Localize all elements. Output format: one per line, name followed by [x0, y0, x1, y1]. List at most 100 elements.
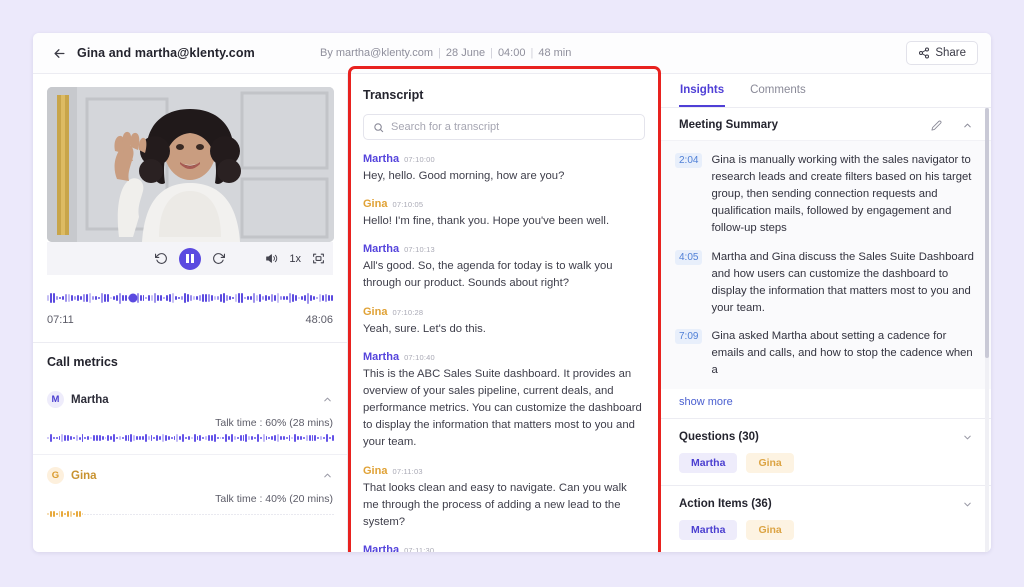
speaker-waveform — [47, 510, 333, 518]
meta-author: By martha@klenty.com — [320, 47, 433, 59]
avatar: M — [47, 391, 64, 408]
summary-text: Martha and Gina discuss the Sales Suite … — [711, 249, 977, 317]
summary-item[interactable]: 4:05 Martha and Gina discuss the Sales Su… — [675, 243, 977, 323]
transcript-entry[interactable]: Gina07:10:05 Hello! I'm fine, thank you. … — [363, 198, 645, 230]
transcript-text: That looks clean and easy to navigate. C… — [363, 480, 645, 531]
chevron-up-icon[interactable] — [322, 470, 333, 481]
meeting-summary-title: Meeting Summary — [679, 119, 778, 131]
volume-icon[interactable] — [265, 252, 278, 265]
insight-sections: Questions (30)MarthaGinaAction Items (36… — [661, 419, 991, 552]
insight-section-title: Questions (30) — [679, 431, 759, 443]
chevron-up-icon[interactable] — [962, 120, 973, 131]
scrollbar[interactable] — [985, 108, 989, 552]
transcript-timestamp: 07:11:03 — [392, 467, 422, 476]
meeting-summary-list: 2:04Gina is manually working with the sa… — [661, 141, 991, 389]
transcript-text: This is the ABC Sales Suite dashboard. I… — [363, 366, 645, 452]
summary-text: Gina asked Martha about setting a cadenc… — [711, 328, 977, 379]
current-time: 07:11 — [47, 314, 74, 326]
transcript-speaker: Martha — [363, 153, 399, 165]
transcript-entry[interactable]: Gina07:10:28Yeah, sure. Let's do this. — [363, 306, 645, 338]
seek-area: 07:11 48:06 — [33, 275, 347, 326]
transcript-entry-header: Martha07:10:13 — [363, 243, 645, 255]
pencil-icon[interactable] — [931, 120, 942, 131]
transcript-timestamp: 07:10:40 — [404, 353, 435, 362]
transcript-speaker: Gina — [363, 465, 387, 477]
transcript-entry[interactable]: Gina 07:11:03 That looks clean and easy to… — [363, 465, 645, 531]
seek-bar[interactable] — [47, 291, 333, 305]
fullscreen-icon[interactable] — [312, 252, 325, 265]
call-metrics-title: Call metrics — [33, 342, 347, 379]
show-more-button[interactable]: show more — [661, 389, 991, 419]
transcript-entry-header: Gina07:10:28 — [363, 306, 645, 318]
chevron-up-icon[interactable] — [322, 394, 333, 405]
forward-10-icon[interactable] — [212, 252, 225, 265]
seek-waveform — [47, 292, 333, 304]
chevron-down-icon[interactable] — [962, 432, 973, 443]
search-input[interactable] — [391, 121, 635, 133]
transcript-timestamp: 07:11:30 — [404, 546, 434, 552]
filter-pill-martha[interactable]: Martha — [679, 520, 737, 540]
insight-section-header[interactable]: Questions (30) — [679, 431, 973, 443]
summary-timestamp[interactable]: 2:04 — [675, 153, 702, 168]
meeting-summary-actions — [931, 120, 973, 131]
share-icon — [918, 47, 930, 59]
main-body: 1x 07:11 48:06 Call — [33, 74, 991, 552]
share-button[interactable]: Share — [906, 41, 978, 65]
summary-timestamp[interactable]: 4:05 — [675, 250, 702, 265]
speaker-waveform — [47, 434, 333, 442]
playback-speed-button[interactable]: 1x — [289, 253, 301, 265]
rewind-10-icon[interactable] — [155, 252, 168, 265]
transcript-search[interactable] — [363, 114, 645, 140]
insight-section-header[interactable]: Action Items (36) — [679, 498, 973, 510]
speaker-metric-martha: M Martha Talk time : 60% (28 mins) — [33, 379, 347, 454]
insight-section: Action Items (36) Martha Gina — [661, 486, 991, 552]
transcript-entry[interactable]: Martha07:10:13All's good. So, the agenda… — [363, 243, 645, 292]
transcript-entry-header: Gina07:10:05 — [363, 198, 645, 210]
transcript-entry[interactable]: Martha07:10:00Hey, hello. Good morning, … — [363, 153, 645, 185]
insight-section: Questions (30) Martha Gina — [661, 419, 991, 486]
scrollbar-thumb[interactable] — [985, 108, 989, 358]
summary-item[interactable]: 2:04Gina is manually working with the sa… — [675, 146, 977, 243]
transcript-speaker: Martha — [363, 544, 399, 552]
speaker-filter-pills: Martha Gina — [679, 520, 973, 540]
tab-comments[interactable]: Comments — [749, 74, 807, 107]
transcript-text: Hey, hello. Good morning, how are you? — [363, 168, 645, 185]
top-bar: Gina and martha@klenty.com By martha@kle… — [33, 33, 991, 74]
meta-duration: 48 min — [538, 47, 571, 59]
tab-insights[interactable]: Insights — [679, 74, 725, 107]
transcript-entry[interactable]: Martha07:11:30Absolutely! To add a new l… — [363, 544, 645, 552]
transcript-text: Hello! I'm fine, thank you. Hope you've … — [363, 213, 645, 230]
avatar: G — [47, 467, 64, 484]
summary-item[interactable]: 7:09 Gina asked Martha about setting a ca… — [675, 322, 977, 385]
time-readout: 07:11 48:06 — [47, 314, 333, 326]
filter-pill-gina[interactable]: Gina — [746, 520, 793, 540]
pause-button[interactable] — [179, 248, 201, 270]
playhead-handle[interactable] — [128, 294, 137, 303]
summary-timestamp[interactable]: 7:09 — [675, 329, 702, 344]
left-panel: 1x 07:11 48:06 Call — [33, 74, 348, 552]
meeting-meta: By martha@klenty.com|28 June|04:00|48 mi… — [320, 47, 571, 59]
transcript-title: Transcript — [363, 88, 645, 102]
total-time: 48:06 — [305, 314, 333, 326]
insight-section-title: Action Items (36) — [679, 498, 772, 510]
video-frame-image — [47, 87, 334, 242]
transcript-inner: Transcript Martha07:10:00Hey, hello. Goo… — [348, 74, 660, 552]
transcript-entry-header: Martha 07:10:40 — [363, 351, 645, 363]
talk-time-label: Talk time : 40% (20 mins) — [47, 493, 333, 505]
meta-date: 28 June — [446, 47, 485, 59]
filter-pill-martha[interactable]: Martha — [679, 453, 737, 473]
meeting-summary-header: Meeting Summary — [661, 108, 991, 141]
search-icon — [373, 122, 384, 133]
panel-tabs: Insights Comments — [661, 74, 991, 108]
transcript-entry[interactable]: Martha 07:10:40 This is the ABC Sales Suit… — [363, 351, 645, 452]
transcript-timestamp: 07:10:05 — [392, 200, 423, 209]
chevron-down-icon[interactable] — [962, 499, 973, 510]
transcript-speaker: Martha — [363, 351, 399, 363]
filter-pill-gina[interactable]: Gina — [746, 453, 793, 473]
video-thumbnail[interactable] — [47, 87, 334, 242]
transcript-timestamp: 07:10:28 — [392, 308, 423, 317]
speaker-name: Martha — [71, 394, 109, 406]
insights-panel: Insights Comments Meeting Summary — [661, 74, 991, 552]
video-container — [33, 74, 347, 242]
back-button[interactable] — [45, 39, 73, 67]
